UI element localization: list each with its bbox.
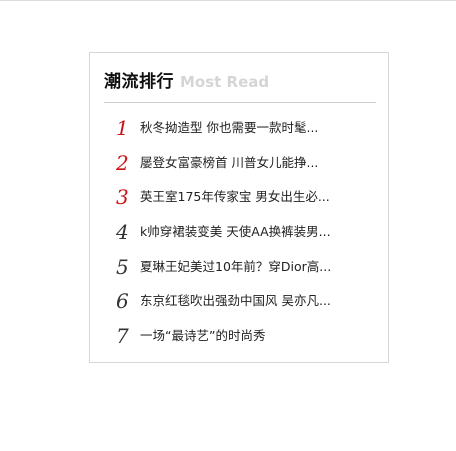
ranking-item-6[interactable]: 6 东京红毯吹出强劲中国风 吴亦凡... bbox=[104, 284, 376, 319]
top-divider bbox=[0, 0, 456, 1]
headline-link[interactable]: 秋冬拗造型 你也需要一款时髦... bbox=[140, 120, 318, 136]
most-read-panel: 潮流排行 Most Read 1 秋冬拗造型 你也需要一款时髦... 2 屡登女富… bbox=[89, 52, 389, 363]
ranking-item-1[interactable]: 1 秋冬拗造型 你也需要一款时髦... bbox=[104, 111, 376, 146]
headline-link[interactable]: 屡登女富豪榜首 川普女儿能挣... bbox=[140, 155, 318, 171]
ranking-item-5[interactable]: 5 夏琳王妃美过10年前？穿Dior高... bbox=[104, 249, 376, 284]
rank-number: 7 bbox=[116, 323, 129, 348]
ranking-item-4[interactable]: 4 k帅穿裙装变美 天使AA换裤装男... bbox=[104, 215, 376, 250]
panel-subtitle: Most Read bbox=[180, 73, 270, 91]
rank-number: 3 bbox=[116, 185, 129, 210]
ranking-item-3[interactable]: 3 英王室175年传家宝 男女出生必... bbox=[104, 180, 376, 215]
rank-number: 6 bbox=[116, 289, 129, 314]
ranking-list: 1 秋冬拗造型 你也需要一款时髦... 2 屡登女富豪榜首 川普女儿能挣... … bbox=[104, 111, 376, 353]
ranking-item-2[interactable]: 2 屡登女富豪榜首 川普女儿能挣... bbox=[104, 146, 376, 181]
ranking-item-7[interactable]: 7 一场“最诗艺”的时尚秀 bbox=[104, 319, 376, 354]
panel-title: 潮流排行 bbox=[104, 72, 174, 92]
headline-link[interactable]: 东京红毯吹出强劲中国风 吴亦凡... bbox=[140, 293, 331, 309]
rank-number: 4 bbox=[116, 220, 129, 245]
panel-header: 潮流排行 Most Read bbox=[104, 71, 376, 103]
rank-number: 2 bbox=[116, 150, 129, 175]
headline-link[interactable]: 一场“最诗艺”的时尚秀 bbox=[140, 328, 265, 344]
rank-number: 5 bbox=[116, 254, 129, 279]
headline-link[interactable]: k帅穿裙装变美 天使AA换裤装男... bbox=[140, 224, 331, 240]
rank-number: 1 bbox=[116, 116, 129, 141]
headline-link[interactable]: 夏琳王妃美过10年前？穿Dior高... bbox=[140, 259, 331, 275]
headline-link[interactable]: 英王室175年传家宝 男女出生必... bbox=[140, 189, 330, 205]
